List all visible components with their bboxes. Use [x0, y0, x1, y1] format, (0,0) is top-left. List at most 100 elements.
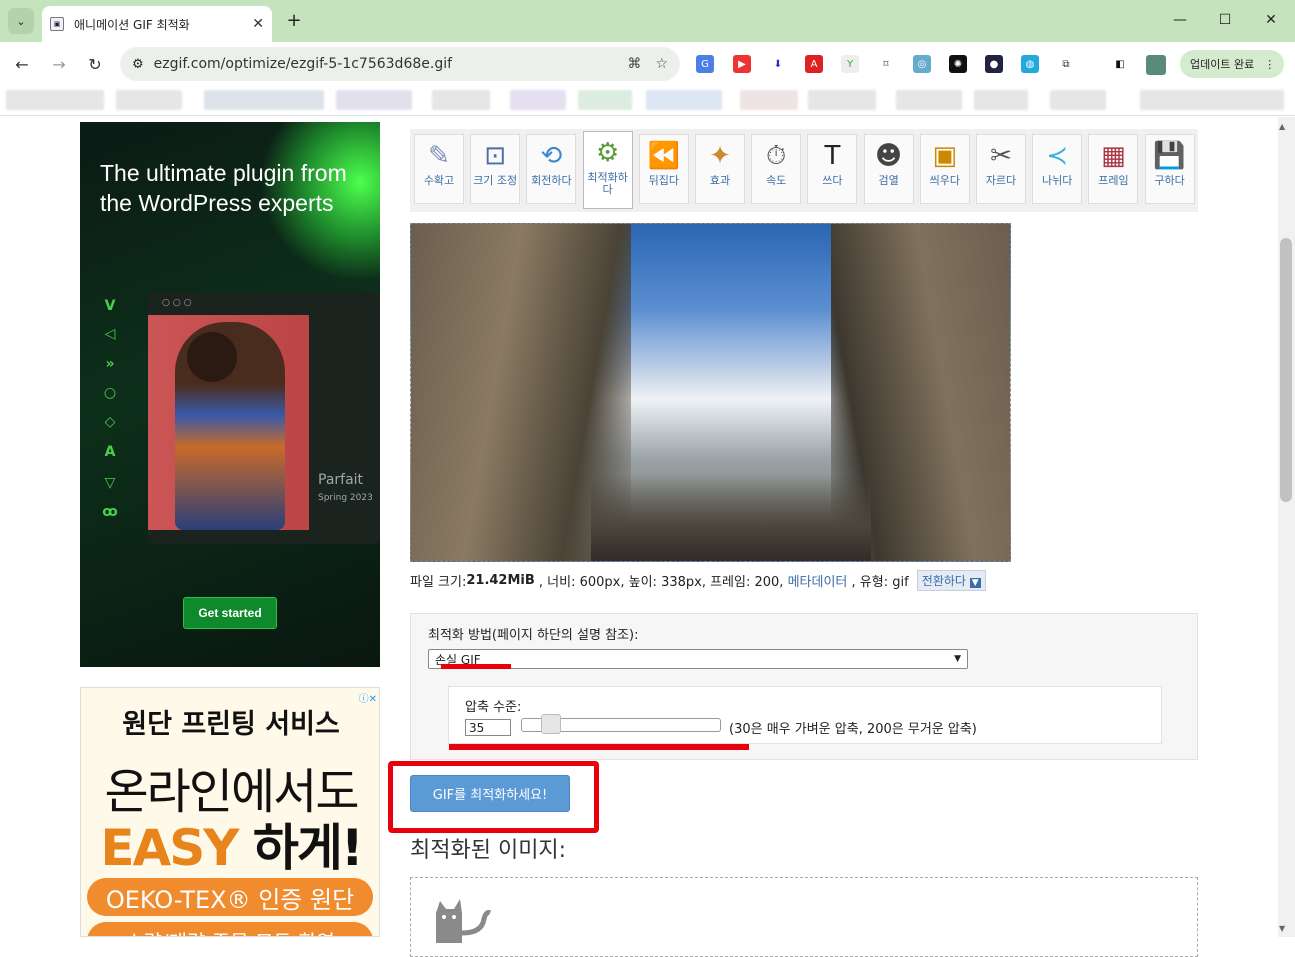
download-extension-icon[interactable]: ⬇: [769, 55, 787, 73]
tool-cut[interactable]: ✂ 자르다: [976, 134, 1026, 204]
tool-censor[interactable]: ☻ 검열: [863, 134, 914, 204]
chevron-down-icon: ▼: [954, 654, 961, 664]
frames-icon: ▦: [1101, 141, 1126, 171]
ad-spring: Spring 2023: [318, 493, 373, 503]
chatgpt-extension-icon[interactable]: ✺: [949, 55, 967, 73]
tool-split[interactable]: ≺ 나뉘다: [1032, 134, 1083, 204]
file-size-value: 21.42MiB: [466, 573, 535, 588]
tab-search-button[interactable]: ⌄: [8, 8, 34, 34]
bookmark-item[interactable]: [432, 90, 490, 110]
tool-label: 검열: [878, 174, 899, 187]
get-started-button[interactable]: Get started: [183, 597, 277, 629]
video-extension-icon[interactable]: ▶: [733, 55, 751, 73]
fabric-printing-ad[interactable]: ⓘ✕ 원단 프린팅 서비스 온라인에서도 EASY 하게! OEKO-TEX® …: [80, 687, 380, 937]
rotate-icon: ⟲: [540, 141, 563, 171]
back-button[interactable]: ←: [10, 52, 34, 76]
ad-headline: The ultimate plugin from the WordPress e…: [100, 160, 347, 216]
update-button[interactable]: 업데이트 완료 ⋮: [1180, 50, 1284, 78]
level-label: 압축 수준:: [465, 700, 522, 715]
gif-favicon-icon: ▣: [50, 17, 64, 31]
wordpress-ad[interactable]: The ultimate plugin from the WordPress e…: [80, 122, 380, 667]
bookmark-item[interactable]: [896, 90, 962, 110]
scroll-down-icon[interactable]: ▼: [1279, 924, 1285, 933]
cut-icon: ✂: [990, 141, 1012, 171]
maximize-button[interactable]: ☐: [1210, 8, 1240, 32]
tool-optimize[interactable]: ⚙ 최적화하다: [582, 131, 633, 209]
bookmark-item[interactable]: [974, 90, 1028, 110]
bookmark-extension-icon[interactable]: ⌑: [877, 55, 895, 73]
address-bar[interactable]: ⚙ ezgif.com/optimize/ezgif-5-1c7563d68e.…: [120, 47, 680, 81]
chat-extension-icon[interactable]: ◍: [1021, 55, 1039, 73]
level-hint: (30은 매우 가벼운 압축, 200은 무거운 압축): [729, 722, 977, 737]
close-window-button[interactable]: ✕: [1256, 8, 1286, 32]
wp-logo-icon: V: [104, 298, 116, 314]
tool-label: 뒤집다: [648, 174, 679, 187]
tool-frames[interactable]: ▦ 프레임: [1088, 134, 1139, 204]
bookmark-item[interactable]: [1140, 90, 1284, 110]
megaphone-icon: ◁: [104, 326, 116, 342]
ad2-pill: OEKO-TEX® 인증 원단: [87, 878, 373, 916]
tool-overlay[interactable]: ▣ 씌우다: [919, 134, 970, 204]
bookmark-item[interactable]: [740, 90, 798, 110]
extensions-puzzle-icon[interactable]: ⧉: [1057, 55, 1075, 73]
side-panel-icon[interactable]: ◧: [1111, 55, 1129, 73]
bookmark-item[interactable]: [578, 90, 632, 110]
speed-icon: ⏱: [766, 140, 787, 171]
tool-label: 자르다: [985, 174, 1017, 187]
tool-effects[interactable]: ✦ 효과: [695, 134, 745, 204]
overlay-icon: ▣: [932, 141, 958, 171]
tool-save[interactable]: 💾 구하다: [1144, 134, 1195, 204]
plant-extension-icon[interactable]: Y: [841, 55, 859, 73]
bookmark-item[interactable]: [808, 90, 876, 110]
shield-icon: ◇: [104, 414, 116, 430]
close-tab-icon[interactable]: ✕: [252, 16, 264, 32]
translate-icon[interactable]: ⌘: [627, 56, 641, 72]
tool-reverse[interactable]: ⏪ 뒤집다: [638, 134, 689, 204]
bookmark-star-icon[interactable]: ☆: [655, 56, 668, 72]
write-icon: T: [824, 141, 841, 171]
browser-tab[interactable]: ▣ 애니메이션 GIF 최적화 ✕: [42, 6, 272, 42]
translate-extension-icon[interactable]: G: [696, 55, 714, 73]
profile-avatar[interactable]: [1146, 55, 1166, 75]
scrollbar-thumb[interactable]: [1280, 238, 1292, 502]
minimize-button[interactable]: —: [1165, 8, 1195, 32]
red-highlight-box: [388, 761, 599, 833]
bookmark-item[interactable]: [204, 90, 324, 110]
red-underline-annotation: [441, 664, 511, 669]
convert-button[interactable]: 전환하다 ▼: [916, 570, 986, 591]
scroll-up-icon[interactable]: ▲: [1279, 122, 1285, 131]
convert-arrow-icon: ▼: [969, 578, 981, 588]
url-text[interactable]: ezgif.com/optimize/ezgif-5-1c7563d68e.gi…: [154, 56, 614, 72]
users-icon: ꝏ: [102, 504, 118, 520]
reload-button[interactable]: ↻: [83, 52, 107, 76]
split-icon: ≺: [1046, 141, 1069, 171]
tool-label: 회전하다: [531, 174, 572, 187]
bookmark-item[interactable]: [116, 90, 182, 110]
color-extension-icon[interactable]: ●: [985, 55, 1003, 73]
tool-rotate[interactable]: ⟲ 회전하다: [526, 134, 577, 204]
tool-label: 속도: [766, 174, 787, 187]
level-input[interactable]: 35: [465, 719, 511, 736]
bookmark-item[interactable]: [646, 90, 722, 110]
tool-write[interactable]: T 쓰다: [807, 134, 858, 204]
pdf-extension-icon[interactable]: A: [805, 55, 823, 73]
tool-speed[interactable]: ⏱ 속도: [751, 134, 802, 204]
bookmark-item[interactable]: [510, 90, 566, 110]
slider-handle[interactable]: [541, 714, 561, 734]
new-tab-button[interactable]: +: [282, 8, 306, 32]
site-info-icon[interactable]: ⚙: [132, 57, 144, 72]
bookmark-item[interactable]: [336, 90, 412, 110]
bookmark-item[interactable]: [1050, 90, 1106, 110]
metadata-link[interactable]: 메타데이터: [788, 571, 848, 590]
chevrons-icon: »: [105, 356, 115, 372]
menu-dots-icon: ⋮: [1264, 57, 1276, 71]
globe-extension-icon[interactable]: ◎: [913, 55, 931, 73]
crop-icon: ✎: [428, 141, 450, 171]
forward-button[interactable]: →: [47, 52, 71, 76]
bookmark-item[interactable]: [6, 90, 104, 110]
tool-label: 구하다: [1154, 174, 1185, 187]
tool-crop[interactable]: ✎ 수확고: [414, 134, 464, 204]
ad2-pill2: 소량/대량 주문 모두 환영: [87, 922, 373, 936]
tool-resize[interactable]: ⊡ 크기 조정: [470, 134, 521, 204]
output-area: [410, 877, 1198, 957]
